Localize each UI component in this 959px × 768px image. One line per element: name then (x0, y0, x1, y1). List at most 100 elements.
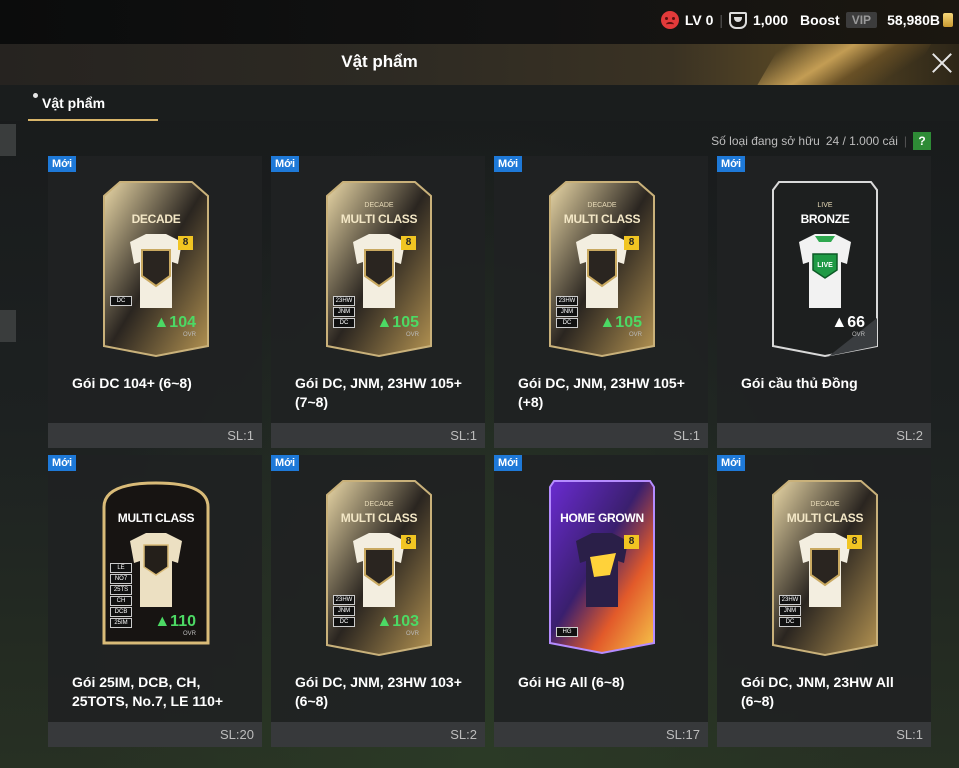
card-tags: 23HW JNM DC (556, 296, 578, 329)
pack-card-image: DECADE MULTI CLASS 8 23HW JNM DC ▲105 OV… (546, 178, 658, 358)
divider: | (903, 134, 907, 148)
trophy-icon (729, 11, 747, 29)
help-button[interactable]: ? (913, 132, 931, 150)
tag: 23HW (556, 296, 578, 306)
tab-label: Vật phẩm (42, 95, 106, 111)
pack-card-image: DECADE MULTI CLASS 8 23HW JNM DC (769, 477, 881, 657)
card-subtitle: DECADE (810, 501, 840, 508)
item-card[interactable]: Mới MULTI CLASS LE NO7 25TS CH DCB 25IM … (48, 455, 262, 747)
quantity: SL:2 (896, 428, 923, 443)
new-badge: Mới (717, 156, 746, 172)
tag: JNM (333, 307, 355, 317)
item-name: Gói DC 104+ (6~8) (72, 375, 192, 391)
tag: LE (110, 563, 132, 573)
tag: HG (556, 627, 578, 637)
item-card[interactable]: Mới DECADE MULTI CLASS 8 23HW JNM DC ▲10… (494, 156, 708, 448)
card-tags: HG (556, 627, 578, 638)
header-decoration (748, 44, 940, 85)
ovr-value: ▲103 (376, 613, 419, 630)
pack-card-image: MULTI CLASS LE NO7 25TS CH DCB 25IM ▲110… (100, 477, 212, 657)
quantity-bar: SL:1 (271, 423, 485, 448)
card-title: MULTI CLASS (786, 511, 864, 525)
quantity: SL:1 (896, 727, 923, 742)
ovr-value: ▲104 (153, 314, 196, 331)
level-text: LV 0 (684, 12, 714, 28)
new-badge: Mới (494, 156, 523, 172)
tag: DC (556, 318, 578, 328)
pack-card-image: LIVE LIVE BRONZE ▲66 OVR (769, 178, 881, 358)
quantity-bar: SL:2 (271, 722, 485, 747)
ovr-label: OVR (405, 332, 419, 338)
active-dot-icon (33, 93, 38, 98)
card-tags: 23HW JNM DC (333, 595, 355, 628)
tag: DC (333, 318, 355, 328)
new-badge: Mới (717, 455, 746, 471)
currency-amount: 58,980B (887, 12, 940, 28)
card-tags: 23HW JNM DC (779, 595, 801, 628)
ovr-value: ▲105 (599, 314, 642, 331)
new-badge: Mới (48, 455, 77, 471)
item-card[interactable]: Mới DECADE 8 DC ▲104 OVR Gói DC 104+ (6~… (48, 156, 262, 448)
ovr-label: OVR (851, 332, 865, 338)
new-badge: Mới (271, 156, 300, 172)
quantity-bar: SL:1 (48, 423, 262, 448)
quantity: SL:17 (666, 727, 700, 742)
item-card[interactable]: Mới DECADE MULTI CLASS 8 23HW JNM DC Gói… (717, 455, 931, 747)
quantity-bar: SL:1 (717, 722, 931, 747)
grade-badge: 8 (178, 236, 193, 250)
tag: JNM (779, 606, 801, 616)
tab-items[interactable]: Vật phẩm (28, 85, 158, 121)
card-title: DECADE (131, 212, 181, 226)
items-screen: LV 0 | 1,000 Boost VIP 58,980B Vật phẩm … (0, 0, 959, 768)
item-card[interactable]: Mới DECADE MULTI CLASS 8 23HW JNM DC ▲10… (271, 156, 485, 448)
tag: DCB (110, 607, 132, 617)
tag: CH (110, 596, 132, 606)
pack-card-image: DECADE MULTI CLASS 8 23HW JNM DC ▲105 OV… (323, 178, 435, 358)
item-name: Gói HG All (6~8) (518, 674, 625, 690)
summary-label: Số loại đang sở hữu (711, 134, 820, 148)
item-name: Gói DC, JNM, 23HW All (6~8) (741, 674, 894, 709)
item-card[interactable]: Mới DECADE MULTI CLASS 8 23HW JNM DC ▲10… (271, 455, 485, 747)
item-grid: Mới DECADE 8 DC ▲104 OVR Gói DC 104+ (6~… (48, 156, 931, 768)
card-tags: DC (110, 296, 132, 307)
tag: 23HW (333, 595, 355, 605)
item-card[interactable]: Mới HOME GROWN 8 HG Gói HG All (6~8) SL:… (494, 455, 708, 747)
tag: DC (110, 296, 132, 306)
quantity-bar: SL:20 (48, 722, 262, 747)
quantity-bar: SL:1 (494, 423, 708, 448)
status-bar: LV 0 | 1,000 Boost VIP 58,980B (0, 0, 959, 44)
level-face-icon (660, 11, 679, 29)
pack-card-image: HOME GROWN 8 HG (546, 477, 658, 657)
pack-card-image: DECADE MULTI CLASS 8 23HW JNM DC ▲103 OV… (323, 477, 435, 657)
ovr-label: OVR (628, 332, 642, 338)
left-rail-item[interactable] (0, 310, 16, 342)
quantity: SL:20 (220, 727, 254, 742)
card-subtitle: DECADE (364, 501, 394, 508)
ovr-label: OVR (182, 332, 196, 338)
card-subtitle: DECADE (587, 202, 617, 209)
close-button[interactable] (927, 48, 957, 78)
tab-bar: Vật phẩm (0, 85, 959, 121)
divider: | (719, 12, 723, 28)
boost-button[interactable]: Boost (800, 12, 840, 28)
card-tags: LE NO7 25TS CH DCB 25IM (110, 563, 132, 629)
card-title: BRONZE (800, 212, 850, 226)
tag: JNM (333, 606, 355, 616)
item-card[interactable]: Mới LIVE LIVE BRONZE ▲66 OVR Gói cầu thủ… (717, 156, 931, 448)
tag: 23HW (779, 595, 801, 605)
tag: JNM (556, 307, 578, 317)
vip-badge[interactable]: VIP (845, 12, 878, 28)
item-name: Gói DC, JNM, 23HW 105+ (+8) (518, 375, 685, 410)
pack-card-image: DECADE 8 DC ▲104 OVR (100, 178, 212, 358)
new-badge: Mới (48, 156, 77, 172)
item-name: Gói DC, JNM, 23HW 105+ (7~8) (295, 375, 462, 410)
ovr-label: OVR (182, 631, 196, 637)
tag: 25TS (110, 585, 132, 595)
ovr-value: ▲105 (376, 314, 419, 331)
ownership-summary: Số loại đang sở hữu 24 / 1.000 cái | ? (711, 132, 931, 150)
grade-badge: 8 (624, 236, 639, 250)
left-rail-item[interactable] (0, 124, 16, 156)
summary-value: 24 / 1.000 cái (825, 134, 898, 148)
grade-badge: 8 (401, 535, 416, 549)
ovr-value: ▲66 (831, 314, 865, 331)
